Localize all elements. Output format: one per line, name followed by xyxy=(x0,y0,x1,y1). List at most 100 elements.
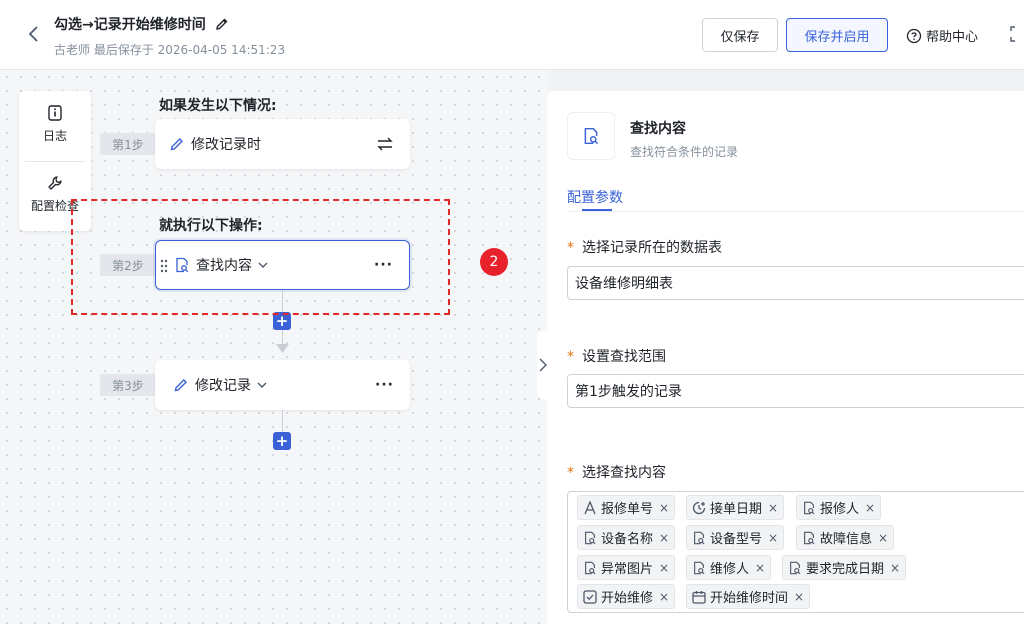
field-tag: 设备型号 × xyxy=(686,525,785,550)
step-3-modify-node[interactable]: 修改记录 ··· xyxy=(155,360,410,410)
last-saved-info: 古老师 最后保存于 2026-04-05 14:51:23 xyxy=(54,43,286,57)
save-and-enable-button[interactable]: 保存并启用 xyxy=(786,18,888,52)
save-only-button[interactable]: 仅保存 xyxy=(702,18,778,52)
find-content-icon xyxy=(567,112,615,160)
field-tag: 设备名称 × xyxy=(577,525,676,550)
step-2-tag: 第2步 xyxy=(100,254,156,276)
field-tag: 异常图片 × xyxy=(577,555,676,580)
remove-tag-icon[interactable]: × xyxy=(659,561,669,575)
tag-label: 开始维修 xyxy=(601,591,654,606)
find-record-icon xyxy=(174,257,190,273)
panel-subtitle: 查找符合条件的记录 xyxy=(630,145,739,159)
tag-label: 报修单号 xyxy=(601,502,654,517)
field-tag: 开始维修 × xyxy=(577,584,676,609)
field-tag: 报修单号 × xyxy=(577,495,676,520)
scope-select[interactable]: 第1步触发的记录 xyxy=(567,374,1024,408)
content-field-label-text: 选择查找内容 xyxy=(582,465,666,481)
calendar-icon xyxy=(692,590,706,604)
remove-tag-icon[interactable]: × xyxy=(755,561,765,575)
drag-handle-icon[interactable] xyxy=(160,259,168,277)
edit-record-icon xyxy=(169,136,185,152)
tag-label: 开始维修时间 xyxy=(710,591,789,606)
table-select[interactable]: 设备维修明细表 xyxy=(567,266,1024,300)
step-1-label: 修改记录时 xyxy=(191,137,261,153)
content-tags-select[interactable]: 报修单号 × 接单日期 × 报修人 × 设备名称 × 设备型号 × 故障信息 × xyxy=(567,491,1024,613)
log-tool-label: 日志 xyxy=(42,129,67,143)
field-tag: 开始维修时间 × xyxy=(686,584,811,609)
step-3-tag: 第3步 xyxy=(100,374,156,396)
log-tool-button[interactable]: 日志 xyxy=(19,105,91,144)
step-2-label: 查找内容 xyxy=(196,258,252,274)
collapse-panel-toggle[interactable] xyxy=(537,331,549,399)
chevron-down-icon[interactable] xyxy=(258,261,268,269)
remove-tag-icon[interactable]: × xyxy=(659,501,669,515)
lookup-field-icon xyxy=(804,501,815,514)
connector-line xyxy=(282,290,283,314)
add-step-button[interactable]: + xyxy=(273,432,291,450)
edit-pencil-icon[interactable] xyxy=(214,16,230,32)
trigger-heading: 如果发生以下情况: xyxy=(159,98,277,114)
step-1-trigger-node[interactable]: 修改记录时 xyxy=(155,119,410,169)
tag-label: 设备名称 xyxy=(601,532,654,547)
step-2-more-menu[interactable]: ··· xyxy=(374,241,393,289)
chevron-right-icon xyxy=(539,358,547,372)
table-field-label-text: 选择记录所在的数据表 xyxy=(582,240,722,256)
remove-tag-icon[interactable]: × xyxy=(878,531,888,545)
lookup-field-icon xyxy=(694,561,705,574)
config-panel: 查找内容 查找符合条件的记录 配置参数 * 选择记录所在的数据表 设备维修明细表 … xyxy=(547,91,1024,624)
connector-line xyxy=(282,410,283,432)
scope-field-label-text: 设置查找范围 xyxy=(582,349,666,365)
lookup-field-icon xyxy=(694,531,705,544)
remove-tag-icon[interactable]: × xyxy=(865,501,875,515)
content-field-label: * 选择查找内容 xyxy=(567,462,666,482)
info-log-icon xyxy=(48,105,62,121)
text-field-icon xyxy=(584,500,596,514)
step-3-more-menu[interactable]: ··· xyxy=(375,360,394,410)
field-tag: 要求完成日期 × xyxy=(782,555,907,580)
question-circle-icon xyxy=(906,28,922,43)
toolbar-divider xyxy=(25,161,85,162)
remove-tag-icon[interactable]: × xyxy=(659,531,669,545)
remove-tag-icon[interactable]: × xyxy=(659,590,669,604)
tag-label: 异常图片 xyxy=(601,562,654,577)
lookup-field-icon xyxy=(585,531,596,544)
remove-tag-icon[interactable]: × xyxy=(890,561,900,575)
field-tag: 接单日期 × xyxy=(686,495,785,520)
checkbox-icon xyxy=(583,589,597,604)
lookup-field-icon xyxy=(790,561,801,574)
scope-field-label: * 设置查找范围 xyxy=(567,346,666,366)
add-step-button[interactable]: + xyxy=(273,312,291,330)
help-center-label: 帮助中心 xyxy=(926,30,979,45)
tag-label: 故障信息 xyxy=(820,532,873,547)
field-tag: 故障信息 × xyxy=(796,525,895,550)
tab-divider xyxy=(567,211,1024,212)
tag-label: 设备型号 xyxy=(710,532,763,547)
back-arrow-icon[interactable] xyxy=(24,24,44,44)
remove-tag-icon[interactable]: × xyxy=(768,531,778,545)
flow-canvas[interactable]: 日志 配置检查 如果发生以下情况: 第1步 修改记录时 就执行以下操作: 第2步… xyxy=(0,70,547,624)
wrench-icon xyxy=(48,176,62,190)
panel-title: 查找内容 xyxy=(630,121,686,137)
edit-record-icon xyxy=(173,377,189,393)
help-center-link[interactable]: 帮助中心 xyxy=(906,26,978,45)
fullscreen-icon[interactable] xyxy=(1010,26,1024,42)
remove-tag-icon[interactable]: × xyxy=(794,590,804,604)
config-check-button[interactable]: 配置检查 xyxy=(19,175,91,214)
tag-label: 要求完成日期 xyxy=(806,562,885,577)
required-mark: * xyxy=(567,240,574,256)
tab-config-params[interactable]: 配置参数 xyxy=(567,187,623,207)
page-title: 勾选→记录开始维修时间 xyxy=(54,14,230,34)
table-field-label: * 选择记录所在的数据表 xyxy=(567,237,722,257)
switch-arrows-icon[interactable] xyxy=(376,119,394,169)
chevron-down-icon[interactable] xyxy=(257,381,267,389)
remove-tag-icon[interactable]: × xyxy=(768,501,778,515)
step-3-label: 修改记录 xyxy=(195,378,251,394)
field-tag: 维修人 × xyxy=(686,555,772,580)
config-check-label: 配置检查 xyxy=(30,199,79,213)
annotation-badge: 2 xyxy=(480,248,508,276)
step-2-find-node[interactable]: 查找内容 ··· xyxy=(155,240,410,290)
tag-label: 维修人 xyxy=(710,562,750,577)
clock-add-icon xyxy=(692,501,706,514)
required-mark: * xyxy=(567,349,574,365)
lookup-field-icon xyxy=(804,531,815,544)
